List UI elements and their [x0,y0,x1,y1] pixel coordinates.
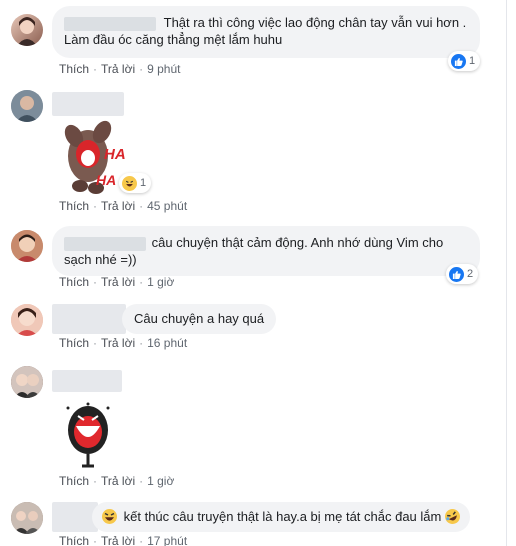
like-link[interactable]: Thích [59,275,89,289]
reply-link[interactable]: Trả lời [101,275,135,289]
reaction-summary[interactable]: 1 [448,51,481,71]
reply-link[interactable]: Trả lời [101,199,135,213]
comment-6: kết thúc câu truyện thật là hay.a bị mẹ … [0,496,516,546]
sticker-image [66,402,110,468]
haha-icon [122,175,137,191]
like-link[interactable]: Thích [59,62,89,76]
comment-text-line2: Làm đầu óc căng thẳng mệt lắm huhu [64,32,283,47]
avatar[interactable] [11,502,43,534]
timestamp[interactable]: 17 phút [147,534,187,546]
comment-text: câu chuyện thật cảm động. Anh nhớ dùng V… [151,235,444,250]
author-name-blurred[interactable] [64,16,156,31]
comment-actions: Thích · Trả lời · 9 phút [59,62,181,76]
comment-actions: Thích · Trả lời · 1 giờ [59,275,175,289]
comment-actions: Thích · Trả lời · 1 giờ [59,474,175,488]
avatar[interactable] [11,14,43,46]
comment-actions: Thích · Trả lời · 16 phút [59,336,188,350]
rofl-emoji-icon [442,506,463,527]
like-icon [451,53,466,69]
reply-link[interactable]: Trả lời [101,534,135,546]
avatar[interactable] [11,304,43,336]
timestamp[interactable]: 9 phút [147,62,180,76]
avatar[interactable] [11,90,43,122]
comment-bubble: Câu chuyện a hay quá [122,304,277,334]
reaction-summary[interactable]: 1 [119,173,152,193]
like-link[interactable]: Thích [59,534,89,546]
reply-link[interactable]: Trả lời [101,336,135,350]
avatar[interactable] [11,366,43,398]
author-name-blurred[interactable] [52,92,124,116]
author-name-blurred[interactable] [52,304,126,334]
comment-bubble: kết thúc câu truyện thật là hay.a bị mẹ … [92,502,470,532]
comment-bubble: Thật ra thì công việc lao động chân tay … [52,6,480,58]
comment-1: Thật ra thì công việc lao động chân tay … [0,0,516,80]
author-name-blurred[interactable] [52,370,122,392]
comment-bubble: câu chuyện thật cảm động. Anh nhớ dùng V… [52,226,480,276]
like-link[interactable]: Thích [59,336,89,350]
timestamp[interactable]: 45 phút [147,199,187,213]
comment-actions: Thích · Trả lời · 17 phút [59,534,188,546]
reply-link[interactable]: Trả lời [101,62,135,76]
like-icon [449,266,464,282]
comment-3: câu chuyện thật cảm động. Anh nhớ dùng V… [0,222,516,294]
reaction-count: 1 [469,55,476,67]
timestamp[interactable]: 16 phút [147,336,187,350]
sticker-laughing[interactable] [58,400,118,474]
avatar[interactable] [11,230,43,262]
like-link[interactable]: Thích [59,199,89,213]
comment-text: Thật ra thì công việc lao động chân tay … [163,15,467,30]
reaction-count: 1 [140,177,147,189]
comment-actions: Thích · Trả lời · 45 phút [59,199,188,213]
comment-text: Câu chuyện a hay quá [134,311,265,326]
comment-text-line2: sạch nhé =)) [64,252,137,267]
author-name-blurred[interactable] [64,236,146,251]
like-link[interactable]: Thích [59,474,89,488]
reaction-summary[interactable]: 2 [446,264,479,284]
comment-text: kết thúc câu truyện thật là hay.a bị mẹ … [123,509,442,524]
timestamp[interactable]: 1 giờ [147,474,174,488]
comment-4: Câu chuyện a hay quá Thích · Trả lời · 16 ph… [0,298,516,358]
timestamp[interactable]: 1 giờ [147,275,174,289]
laughing-emoji-icon [102,509,117,524]
reaction-count: 2 [467,268,474,280]
reply-link[interactable]: Trả lời [101,474,135,488]
sticker-text: HA [96,172,117,188]
sticker-text: HA [104,146,126,163]
comment-2: HA HA 1 Thích · Trả lời · 45 phút [0,82,516,214]
comment-5: Thích · Trả lời · 1 giờ [0,362,516,492]
